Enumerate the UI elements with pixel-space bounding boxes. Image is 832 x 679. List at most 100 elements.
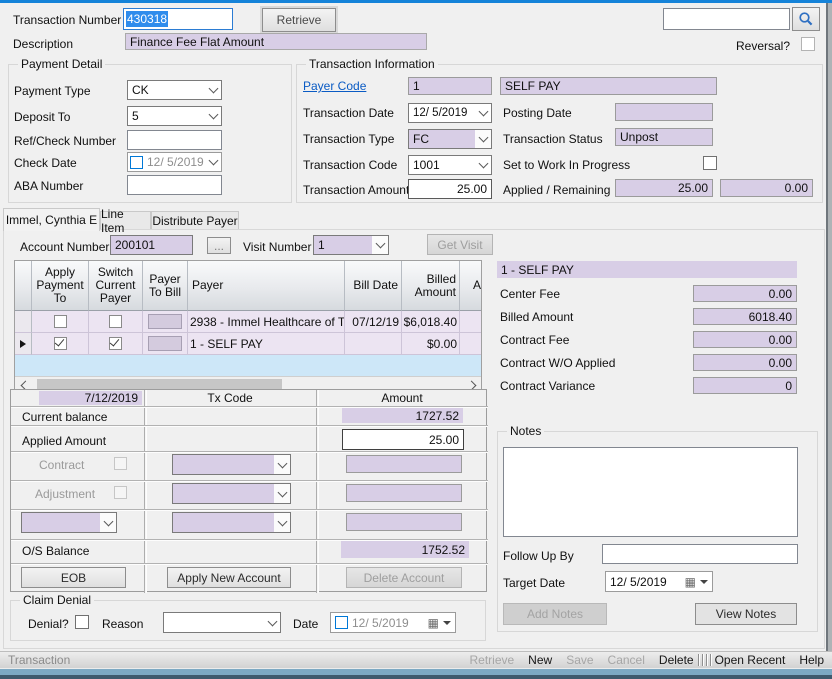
aba-number-input[interactable] [127, 175, 222, 195]
work-in-progress-label: Set to Work In Progress [503, 158, 630, 172]
delete-account-button[interactable]: Delete Account [346, 567, 462, 588]
transaction-date-combo[interactable]: 12/ 5/2019 [408, 103, 492, 123]
tab-line-item[interactable]: Line Item [100, 211, 151, 229]
statusbar-new[interactable]: New [528, 653, 552, 667]
transaction-number-input[interactable]: 430318 [123, 8, 233, 30]
switch-payer-checkbox[interactable] [109, 315, 122, 328]
denial-date-picker[interactable]: 12/ 5/2019 [330, 612, 456, 633]
tab-distribute-payer[interactable]: Distribute Payer [151, 211, 239, 229]
os-balance-field: 1752.52 [341, 541, 469, 558]
retrieve-button[interactable]: Retrieve [262, 8, 336, 32]
visit-number-label: Visit Number [243, 240, 311, 254]
apply-payment-checkbox[interactable] [54, 315, 67, 328]
statusbar-cancel[interactable]: Cancel [608, 653, 645, 667]
check-date-checkbox[interactable] [130, 156, 143, 169]
bill-date-cell[interactable]: 07/12/19 [345, 311, 402, 333]
row-selector-cell[interactable] [15, 333, 32, 355]
follow-up-by-input[interactable] [602, 544, 798, 564]
table-row[interactable]: 2938 - Immel Healthcare of Texa 07/12/19… [15, 311, 481, 333]
extra-amount-field[interactable] [346, 513, 462, 531]
grid-col-payer[interactable]: Payer [188, 261, 345, 311]
ref-check-number-input[interactable] [127, 130, 222, 150]
adjustment-checkbox[interactable] [114, 486, 127, 499]
payment-detail-title: Payment Detail [18, 57, 105, 71]
target-date-value: 12/ 5/2019 [610, 575, 681, 589]
payment-type-combo[interactable]: CK [127, 80, 222, 100]
switch-payer-checkbox[interactable] [109, 337, 122, 350]
account-number-field[interactable]: 200101 [110, 235, 193, 255]
grid-col-payer-to-bill[interactable]: Payer To Bill [143, 261, 188, 311]
transaction-type-combo[interactable]: FC [408, 129, 492, 149]
notes-textarea[interactable] [503, 447, 798, 537]
applied-remaining-label: Applied / Remaining [503, 183, 610, 197]
statusbar-help[interactable]: Help [799, 653, 824, 667]
contract-checkbox[interactable] [114, 457, 127, 470]
payer-code-link[interactable]: Payer Code [303, 79, 366, 93]
contract-amount-field[interactable] [346, 455, 462, 473]
billed-amount-cell[interactable]: $0.00 [402, 333, 460, 355]
applied-amount-input[interactable]: 25.00 [342, 429, 464, 450]
denial-reason-combo[interactable] [163, 612, 281, 633]
adjustment-amount-field[interactable] [346, 484, 462, 502]
bill-date-cell[interactable] [345, 333, 402, 355]
payer-to-bill-cell[interactable] [148, 314, 182, 329]
chevron-down-icon [475, 104, 491, 122]
payer-grid[interactable]: Apply Payment To Switch Current Payer Pa… [14, 260, 482, 394]
view-notes-button[interactable]: View Notes [695, 603, 797, 625]
table-row-current[interactable]: 1 - SELF PAY $0.00 [15, 333, 481, 355]
visit-number-combo[interactable]: 1 [313, 235, 389, 255]
billed-amount-cell[interactable]: $6,018.40 [402, 311, 460, 333]
tx-code-header: Tx Code [144, 391, 316, 405]
eob-button[interactable]: EOB [21, 567, 126, 588]
extra-tx-code-combo[interactable] [172, 512, 291, 533]
reversal-checkbox[interactable] [801, 37, 815, 51]
adjustment-tx-code-combo[interactable] [172, 483, 291, 504]
browse-account-button[interactable]: ... [207, 237, 231, 254]
payer-to-bill-cell[interactable] [148, 336, 182, 351]
grid-col-bill-date[interactable]: Bill Date [345, 261, 402, 311]
apply-payment-checkbox[interactable] [54, 337, 67, 350]
transaction-amount-input[interactable]: 25.00 [408, 179, 492, 199]
get-visit-button[interactable]: Get Visit [427, 234, 493, 255]
chevron-down-icon [209, 156, 219, 166]
search-icon [798, 11, 814, 27]
amount-header: Amount [316, 391, 488, 405]
statusbar-save[interactable]: Save [566, 653, 593, 667]
statusbar-open-recent[interactable]: Open Recent [715, 653, 786, 667]
chevron-down-icon [372, 236, 388, 254]
statusbar-delete[interactable]: Delete [659, 653, 694, 667]
aba-number-label: ABA Number [14, 179, 83, 193]
payer-cell[interactable]: 1 - SELF PAY [188, 333, 345, 355]
ref-check-number-label: Ref/Check Number [14, 134, 116, 148]
center-fee-label: Center Fee [500, 287, 560, 301]
denial-checkbox[interactable] [75, 615, 89, 629]
payer-name-field: SELF PAY [500, 77, 717, 95]
grid-col-switch-current-payer[interactable]: Switch Current Payer [89, 261, 143, 311]
add-notes-button[interactable]: Add Notes [503, 603, 607, 625]
apply-table: 7/12/2019 Tx Code Amount Current balance… [10, 389, 487, 592]
check-date-picker[interactable]: 12/ 5/2019 [127, 152, 222, 172]
work-in-progress-checkbox[interactable] [703, 156, 717, 170]
tab-patient[interactable]: Immel, Cynthia E [3, 208, 100, 231]
extra-type-combo[interactable] [21, 512, 117, 533]
description-label: Description [13, 37, 73, 51]
transaction-amount-value: 25.00 [457, 182, 487, 196]
apply-new-account-button[interactable]: Apply New Account [167, 567, 291, 588]
window-bottom-border-dark [0, 675, 832, 679]
search-button[interactable] [792, 7, 820, 31]
denial-date-checkbox[interactable] [335, 616, 348, 629]
row-selector-cell[interactable] [15, 311, 32, 333]
window-right-border-outer [828, 3, 832, 668]
contract-tx-code-combo[interactable] [172, 454, 291, 475]
reason-label: Reason [102, 617, 143, 631]
target-date-picker[interactable]: 12/ 5/2019 [605, 571, 713, 592]
search-input[interactable] [663, 8, 790, 30]
payment-type-label: Payment Type [14, 84, 91, 98]
statusbar-retrieve[interactable]: Retrieve [469, 653, 514, 667]
grid-col-apply-payment-to[interactable]: Apply Payment To [32, 261, 89, 311]
grid-col-billed-amount[interactable]: Billed Amount [402, 261, 460, 311]
transaction-code-combo[interactable]: 1001 [408, 155, 492, 175]
payer-cell[interactable]: 2938 - Immel Healthcare of Texa [188, 311, 345, 333]
deposit-to-combo[interactable]: 5 [127, 106, 222, 126]
posting-date-field [615, 103, 713, 121]
